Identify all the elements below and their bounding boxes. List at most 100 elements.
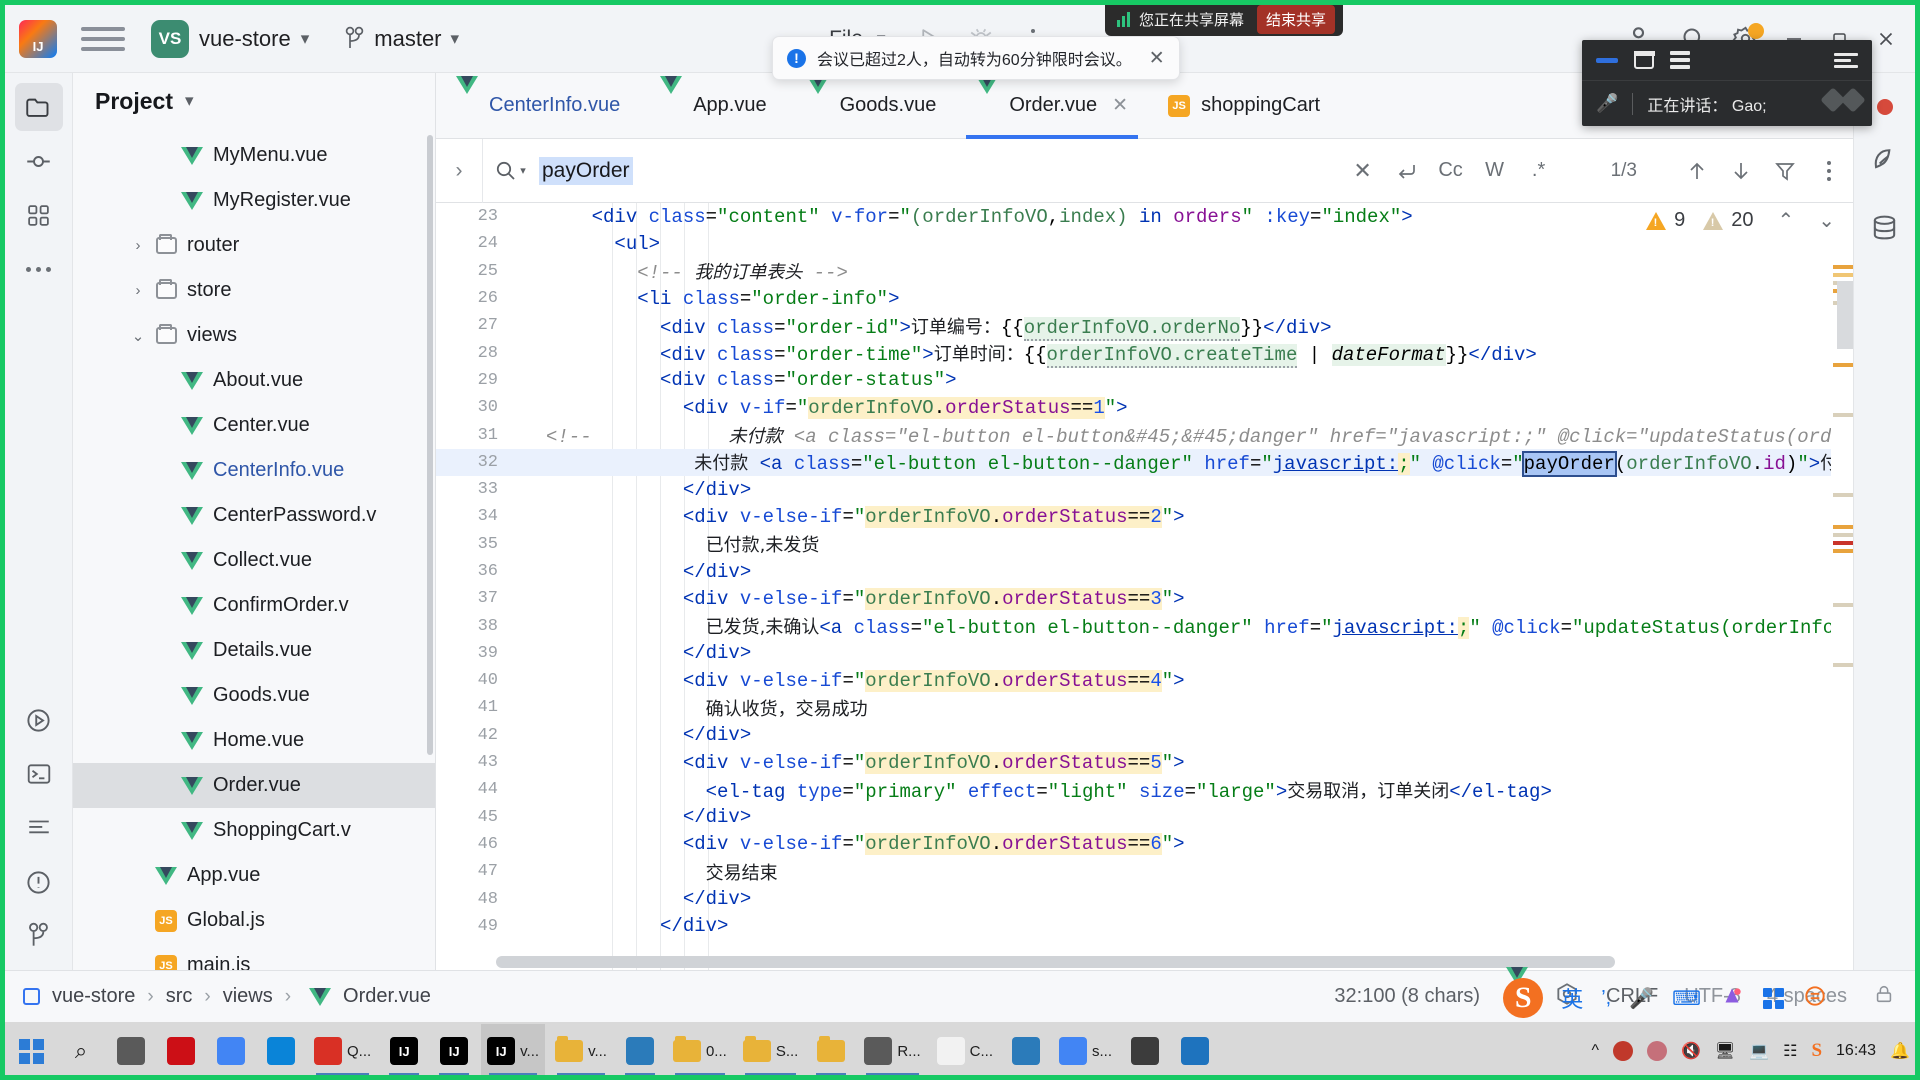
- regex-button[interactable]: .*: [1517, 159, 1561, 182]
- taskbar-item[interactable]: [208, 1024, 254, 1078]
- tree-item[interactable]: CenterPassword.v: [73, 493, 435, 538]
- code-line[interactable]: 33 </div>: [436, 476, 1915, 503]
- editor-tab[interactable]: App.vue: [640, 73, 786, 139]
- tree-item[interactable]: › store: [73, 268, 435, 313]
- inspections-widget[interactable]: 9 20 ⌃ ⌄: [1646, 208, 1835, 233]
- code-line[interactable]: 27 <div class="order-id">订单编号：{{orderInf…: [436, 312, 1915, 341]
- code-line[interactable]: 29 <div class="order-status">: [436, 367, 1915, 394]
- close-icon[interactable]: ✕: [1149, 47, 1165, 70]
- taskbar-item[interactable]: C...: [931, 1024, 999, 1078]
- previous-problem-button[interactable]: ⌃: [1777, 208, 1794, 233]
- clock[interactable]: 16:43: [1836, 1042, 1876, 1060]
- taskbar-item[interactable]: [808, 1024, 854, 1078]
- code-content[interactable]: 23 <div class="content" v-for="(orderInf…: [436, 203, 1915, 970]
- more-tool-windows-button[interactable]: [15, 245, 63, 293]
- tree-item[interactable]: ConfirmOrder.v: [73, 583, 435, 628]
- voice-input-icon[interactable]: 🎤: [1629, 986, 1654, 1011]
- expand-panel-icon[interactable]: [1834, 52, 1858, 68]
- taskbar-item[interactable]: IJ v...: [481, 1024, 546, 1078]
- breadcrumb-item-0[interactable]: vue-store: [52, 985, 135, 1008]
- ime-menu-icon[interactable]: [1802, 983, 1828, 1014]
- tree-toggle-icon[interactable]: ›: [125, 282, 151, 299]
- taskbar-item[interactable]: [8, 1024, 54, 1078]
- breadcrumb-item-2[interactable]: views: [223, 985, 273, 1008]
- tree-item[interactable]: Center.vue: [73, 403, 435, 448]
- ime-toolbox-icon[interactable]: [1763, 987, 1784, 1009]
- microphone-icon[interactable]: 🎤: [1596, 93, 1618, 114]
- code-line[interactable]: 32 未付款 <a class="el-button el-button--da…: [436, 448, 1915, 478]
- taskbar-item[interactable]: R...: [858, 1024, 926, 1078]
- next-problem-button[interactable]: ⌄: [1818, 208, 1835, 233]
- tree-item[interactable]: Home.vue: [73, 718, 435, 763]
- lock-icon[interactable]: [1873, 983, 1895, 1011]
- recorder-tray-icon[interactable]: [1612, 1041, 1633, 1061]
- punctuation-icon[interactable]: ’,: [1601, 987, 1611, 1010]
- display-tray-icon[interactable]: 💻: [1749, 1041, 1769, 1061]
- tree-item[interactable]: App.vue: [73, 853, 435, 898]
- code-line[interactable]: 39 </div>: [436, 640, 1915, 667]
- code-line[interactable]: 28 <div class="order-time">订单时间：{{orderI…: [436, 339, 1915, 369]
- taskbar-item[interactable]: [617, 1024, 663, 1078]
- skin-icon[interactable]: [1719, 983, 1745, 1014]
- chevron-down-icon-project[interactable]: ▾: [185, 91, 194, 111]
- tree-toggle-icon[interactable]: ⌄: [125, 327, 151, 345]
- app-tray-icon[interactable]: [1646, 1041, 1667, 1061]
- minimize-icon[interactable]: [1596, 57, 1618, 63]
- keyboard-icon[interactable]: ⌨: [1672, 986, 1701, 1011]
- find-options-button[interactable]: [1807, 160, 1851, 181]
- taskbar-item[interactable]: Q...: [308, 1024, 377, 1078]
- previous-match-button[interactable]: [1675, 159, 1719, 183]
- end-share-button[interactable]: 结束共享: [1257, 4, 1336, 34]
- code-line[interactable]: 26 <li class="order-info">: [436, 285, 1915, 312]
- code-line[interactable]: 43 <div v-else-if="orderInfoVO.orderStat…: [436, 749, 1915, 776]
- code-line[interactable]: 46 <div v-else-if="orderInfoVO.orderStat…: [436, 831, 1915, 858]
- breadcrumb-item-3[interactable]: Order.vue: [343, 985, 431, 1008]
- tree-item[interactable]: Details.vue: [73, 628, 435, 673]
- windows-start-icon[interactable]: [18, 1038, 44, 1064]
- project-tree-scrollbar[interactable]: [427, 135, 433, 755]
- new-line-icon[interactable]: [1385, 159, 1429, 183]
- code-line[interactable]: 40 <div v-else-if="orderInfoVO.orderStat…: [436, 667, 1915, 694]
- breadcrumb-item-1[interactable]: src: [166, 985, 193, 1008]
- structure-tool-button[interactable]: [15, 191, 63, 239]
- tree-item[interactable]: › router: [73, 223, 435, 268]
- branch-selector[interactable]: master ▾: [345, 26, 459, 52]
- whole-words-button[interactable]: W: [1473, 159, 1517, 182]
- code-editor[interactable]: 9 20 ⌃ ⌄ 23 <div class="content" v-for="…: [436, 203, 1915, 970]
- code-line[interactable]: 30 <div v-if="orderInfoVO.orderStatus==1…: [436, 394, 1915, 421]
- code-line[interactable]: 41 确认收货，交易成功: [436, 694, 1915, 721]
- taskbar-item[interactable]: IJ: [381, 1024, 427, 1078]
- services-tool-button[interactable]: [15, 804, 63, 852]
- taskbar-item[interactable]: [158, 1024, 204, 1078]
- code-line[interactable]: 31 <!-- 未付款 <a class="el-button el-button…: [436, 421, 1915, 449]
- editor-horizontal-scrollbar[interactable]: [496, 956, 1615, 968]
- taskbar-item[interactable]: ⌕: [58, 1024, 104, 1078]
- taskbar-item[interactable]: [108, 1024, 154, 1078]
- tree-toggle-icon[interactable]: ›: [125, 237, 151, 254]
- tree-item[interactable]: Order.vue: [73, 763, 435, 808]
- tree-item[interactable]: JS Global.js: [73, 898, 435, 943]
- search-icon[interactable]: ▾: [483, 159, 537, 183]
- capture-tray-icon[interactable]: ☷: [1783, 1041, 1797, 1061]
- project-tree[interactable]: MyMenu.vue MyRegister.vue › router › store ⌄ vi…: [73, 129, 435, 970]
- editor-tab[interactable]: CenterInfo.vue: [436, 73, 640, 139]
- taskbar-item[interactable]: IJ: [431, 1024, 477, 1078]
- code-line[interactable]: 42 </div>: [436, 722, 1915, 749]
- code-line[interactable]: 36 </div>: [436, 558, 1915, 585]
- run-tool-button[interactable]: [15, 696, 63, 744]
- volume-muted-icon[interactable]: 🔇: [1681, 1041, 1701, 1061]
- tree-item[interactable]: CenterInfo.vue: [73, 448, 435, 493]
- list-icon[interactable]: [1670, 51, 1690, 69]
- expand-find-icon[interactable]: ›: [436, 159, 482, 183]
- code-line[interactable]: 44 <el-tag type="primary" effect="light"…: [436, 776, 1915, 803]
- code-line[interactable]: 25 <!-- 我的订单表头 -->: [436, 258, 1915, 285]
- search-icon[interactable]: ⌕: [75, 1038, 87, 1064]
- ime-mode-label[interactable]: 英: [1561, 982, 1583, 1014]
- commit-tool-button[interactable]: [15, 137, 63, 185]
- terminal-tool-button[interactable]: [15, 750, 63, 798]
- tree-item[interactable]: JS main.js: [73, 943, 435, 970]
- editor-tab[interactable]: Goods.vue: [787, 73, 957, 139]
- code-line[interactable]: 24 <ul>: [436, 230, 1915, 257]
- taskbar-item[interactable]: 0...: [667, 1024, 733, 1078]
- problems-tool-button[interactable]: [15, 858, 63, 906]
